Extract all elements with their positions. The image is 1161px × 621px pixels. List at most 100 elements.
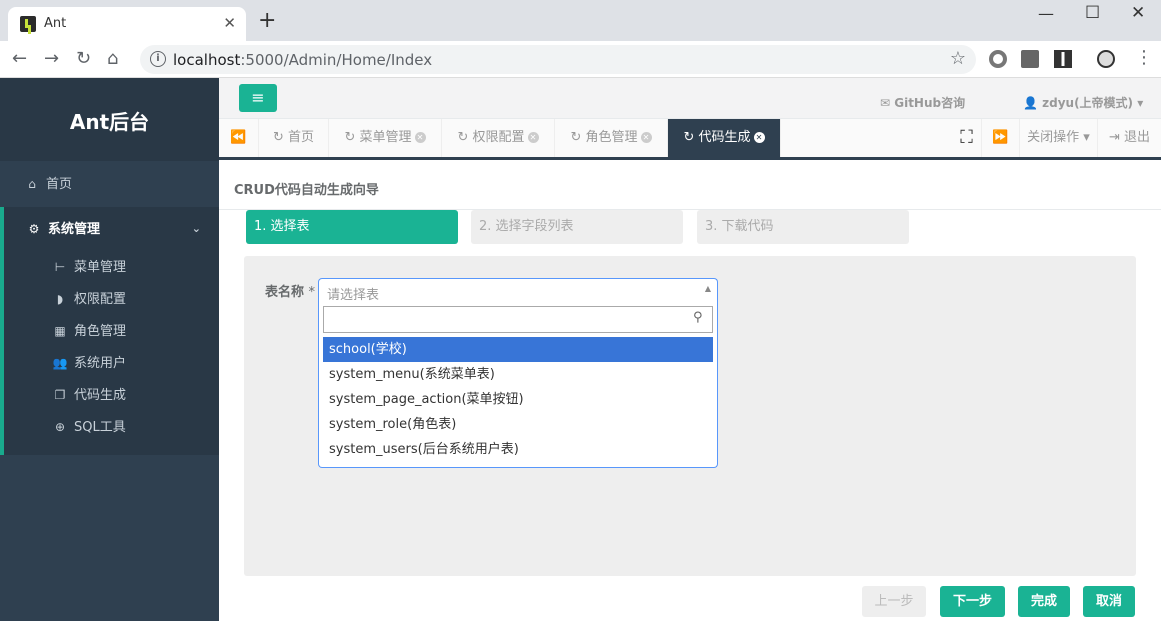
tab-home[interactable]: ↻ 首页 <box>259 119 329 157</box>
forward-icon[interactable]: → <box>44 49 59 69</box>
wizard-step-3[interactable]: 3. 下载代码 <box>697 210 909 244</box>
prev-step-button[interactable]: 上一步 <box>862 586 926 617</box>
wizard-step-2[interactable]: 2. 选择字段列表 <box>471 210 683 244</box>
sidebar-item-home[interactable]: ⌂ 首页 <box>0 161 219 207</box>
envelope-icon: ✉ <box>880 96 895 110</box>
logout-icon: ⇥ <box>1108 130 1120 145</box>
sidebar-item-users[interactable]: 👥 系统用户 <box>52 347 127 379</box>
copy-icon: ❐ <box>54 388 66 402</box>
tab-codegen[interactable]: ↻ 代码生成 ✕ <box>668 119 781 157</box>
user-menu[interactable]: 👤 zdyu(上帝模式) ▾ <box>1023 94 1143 111</box>
tab-permissions[interactable]: ↻ 权限配置 ✕ <box>442 119 555 157</box>
new-tab-button[interactable]: + <box>258 10 276 32</box>
next-step-button[interactable]: 下一步 <box>940 586 1005 617</box>
dropdown-option[interactable]: system_role(角色表) <box>323 412 713 437</box>
caret-up-icon: ▲ <box>704 284 711 293</box>
user-icon: 👤 <box>1023 96 1043 110</box>
sidebar-item-sql[interactable]: ⊕ SQL工具 <box>52 411 126 443</box>
brand-logo: Ant后台 <box>0 78 219 161</box>
main-content: CRUD代码自动生成向导 1. 选择表 2. 选择字段列表 3. 下载代码 表名… <box>219 163 1161 621</box>
site-info-icon[interactable]: i <box>150 51 166 67</box>
browser-tab-strip: Ant ✕ + — ☐ ✕ <box>0 0 1161 41</box>
tab-close-icon[interactable]: ✕ <box>753 132 765 143</box>
dropdown-option[interactable]: system_users(后台系统用户表) <box>323 437 713 462</box>
tab-close-icon[interactable]: ✕ <box>527 132 539 143</box>
table-select[interactable]: 请选择表 ▲ <box>318 278 718 304</box>
content-tabs: ⏪ ↻ 首页 ↻ 菜单管理 ✕ ↻ 权限配置 ✕ ↻ 角色管理 ✕ ↻ 代码生成 ✕ ⛶… <box>219 119 1161 160</box>
gear-icon: ⚙ <box>28 222 40 236</box>
profile-avatar-icon[interactable] <box>1097 50 1115 68</box>
sidebar-item-roles[interactable]: ▦ 角色管理 <box>52 315 126 347</box>
sidebar-item-label: 代码生成 <box>74 388 127 403</box>
browser-tab[interactable]: Ant ✕ <box>8 7 246 41</box>
page-title: CRUD代码自动生成向导 <box>234 183 379 198</box>
close-tab-icon[interactable]: ✕ <box>223 14 236 32</box>
tab-menu[interactable]: ↻ 菜单管理 ✕ <box>329 119 442 157</box>
dropdown-option[interactable]: system_menu(系统菜单表) <box>323 362 713 387</box>
back-icon[interactable]: ← <box>12 49 27 69</box>
address-bar[interactable]: i localhost:5000/Admin/Home/Index ☆ <box>140 45 976 74</box>
sidebar-item-permissions[interactable]: ◗ 权限配置 <box>52 283 126 315</box>
download-extension-icon[interactable] <box>1021 50 1039 68</box>
tabs-scroll-left-icon[interactable]: ⏪ <box>219 119 259 157</box>
logout-button[interactable]: ⇥ 退出 <box>1098 119 1161 157</box>
sidebar-item-menu[interactable]: ⊢ 菜单管理 <box>52 251 126 283</box>
top-header: ≡ ✉ GitHub咨询 👤 zdyu(上帝模式) ▾ <box>219 78 1161 119</box>
maximize-icon[interactable]: ☐ <box>1085 3 1100 23</box>
caret-down-icon: ▾ <box>1133 96 1144 110</box>
select-placeholder: 请选择表 <box>327 288 380 303</box>
sidebar-item-label: 首页 <box>46 177 73 192</box>
users-icon: 👥 <box>52 356 68 370</box>
site-favicon-icon <box>20 16 36 32</box>
github-link[interactable]: ✉ GitHub咨询 <box>880 94 965 111</box>
window-close-icon[interactable]: ✕ <box>1131 3 1145 23</box>
search-icon: ⚲ <box>693 310 703 325</box>
reload-icon[interactable]: ↻ <box>76 49 91 69</box>
browser-tab-title: Ant <box>44 16 67 31</box>
dropdown-search-input[interactable] <box>323 306 713 333</box>
sidebar-group-system: ⚙ 系统管理 ⌄ ⊢ 菜单管理 ◗ 权限配置 ▦ 角色管理 👥 系统用户 ❐ 代码生成 ⊕ S… <box>0 207 219 455</box>
tab-close-icon[interactable]: ✕ <box>414 132 426 143</box>
select-dropdown: ⚲ school(学校) system_menu(系统菜单表) system_p… <box>318 304 718 468</box>
refresh-icon: ↻ <box>457 130 469 145</box>
url-text: localhost:5000/Admin/Home/Index <box>173 51 433 69</box>
wizard-panel: 表名称 * 请选择表 ▲ ⚲ school(学校) system_menu(系统… <box>244 256 1136 576</box>
dropdown-option[interactable]: school(学校) <box>323 337 713 362</box>
browser-menu-icon[interactable]: ⋮ <box>1135 48 1153 68</box>
app-sidebar: Ant后台 ⌂ 首页 ⚙ 系统管理 ⌄ ⊢ 菜单管理 ◗ 权限配置 ▦ 角色管理 👥 系统用… <box>0 78 219 621</box>
sidebar-item-label: 系统用户 <box>74 356 127 371</box>
record-extension-icon[interactable] <box>989 50 1007 68</box>
grid-icon: ▦ <box>54 324 66 338</box>
minimize-icon[interactable]: — <box>1038 4 1054 23</box>
finish-button[interactable]: 完成 <box>1018 586 1070 617</box>
close-ops-dropdown[interactable]: 关闭操作 ▾ <box>1020 119 1098 157</box>
chevron-down-icon: ⌄ <box>191 222 201 235</box>
table-name-label: 表名称 * <box>265 285 316 300</box>
sidebar-item-label: 角色管理 <box>74 324 127 339</box>
sidebar-item-label: 菜单管理 <box>74 260 127 275</box>
browser-toolbar: ← → ↻ ⌂ i localhost:5000/Admin/Home/Inde… <box>0 41 1161 78</box>
zoom-icon: ⊕ <box>54 420 66 434</box>
sidebar-group-header[interactable]: ⚙ 系统管理 ⌄ <box>4 207 219 251</box>
wizard-step-1[interactable]: 1. 选择表 <box>246 210 458 244</box>
sidebar-group-label: 系统管理 <box>48 222 101 237</box>
refresh-icon: ↻ <box>272 130 284 145</box>
sidebar-item-label: 权限配置 <box>74 292 127 307</box>
menu-toggle-button[interactable]: ≡ <box>239 84 277 112</box>
sidebar-item-label: SQL工具 <box>74 420 126 435</box>
dropdown-option[interactable]: system_page_action(菜单按钮) <box>323 387 713 412</box>
fullscreen-icon[interactable]: ⛶ <box>952 119 982 157</box>
refresh-icon: ↻ <box>683 130 695 145</box>
refresh-icon: ↻ <box>570 130 582 145</box>
tabs-scroll-right-icon[interactable]: ⏩ <box>982 119 1020 157</box>
home-icon: ⌂ <box>28 177 36 191</box>
qr-code-icon[interactable] <box>1054 50 1072 68</box>
menu-tree-icon: ⊢ <box>54 260 66 274</box>
home-icon[interactable]: ⌂ <box>107 49 118 69</box>
sidebar-item-codegen[interactable]: ❐ 代码生成 <box>52 379 126 411</box>
bookmark-star-icon[interactable]: ☆ <box>950 48 966 69</box>
cancel-button[interactable]: 取消 <box>1083 586 1135 617</box>
refresh-icon: ↻ <box>344 130 356 145</box>
tab-close-icon[interactable]: ✕ <box>640 132 652 143</box>
tab-roles[interactable]: ↻ 角色管理 ✕ <box>555 119 668 157</box>
